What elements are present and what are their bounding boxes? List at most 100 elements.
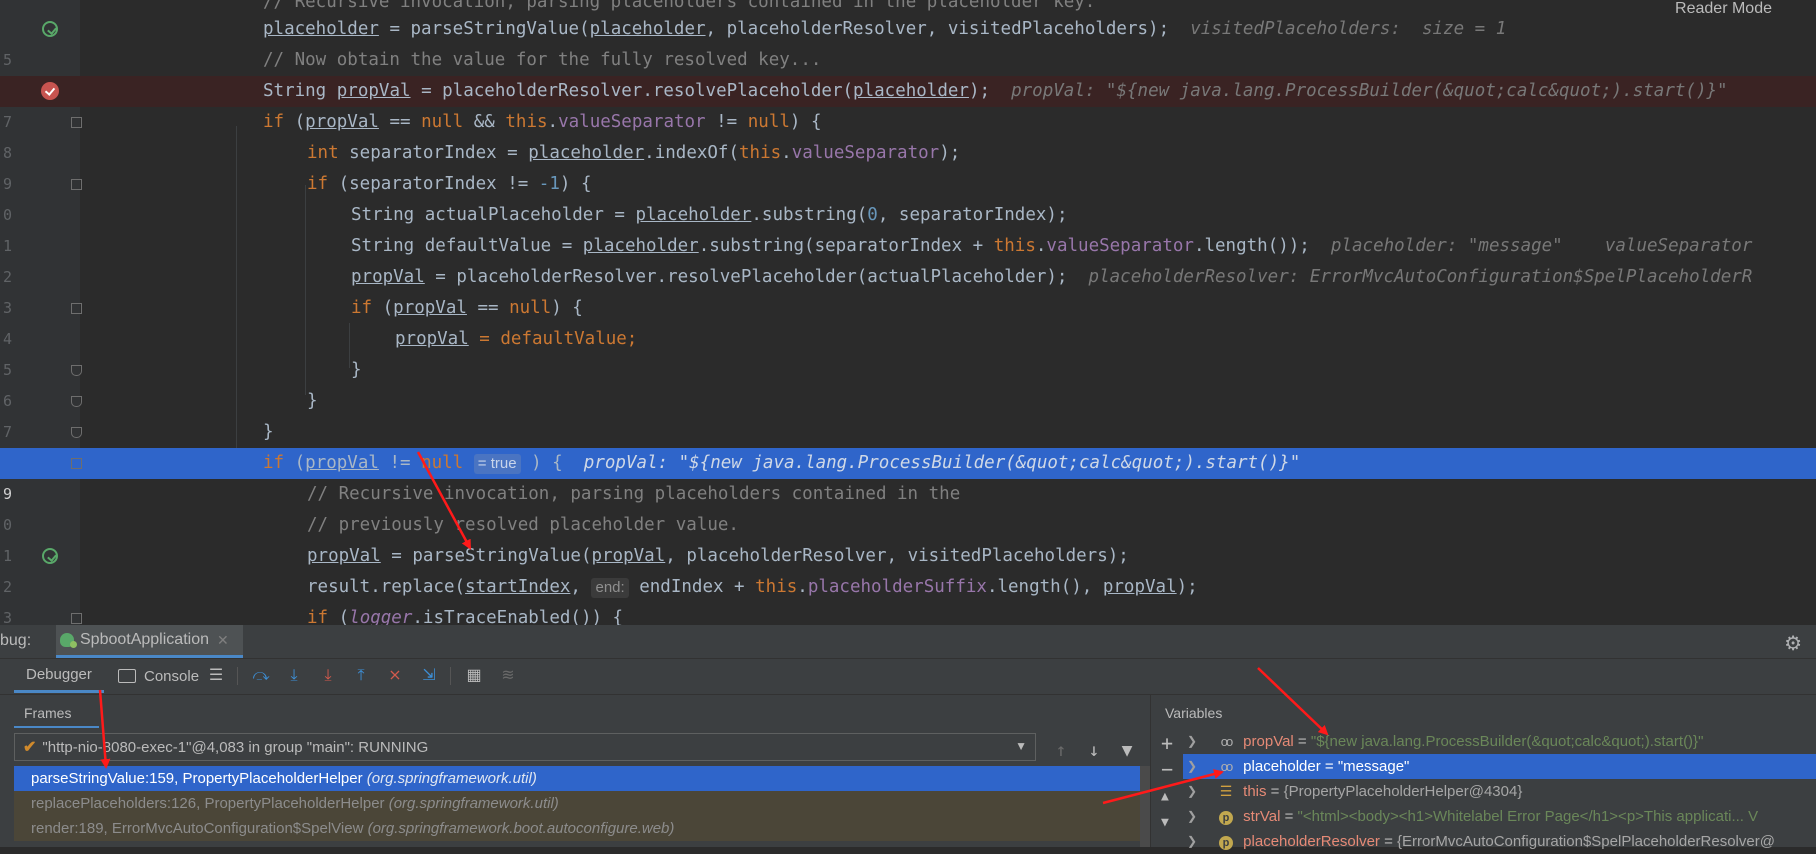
code-comment: // previously resolved placeholder value…	[307, 515, 739, 535]
frame-item[interactable]: render:189, ErrorMvcAutoConfiguration$Sp…	[14, 816, 1144, 841]
move-down-icon[interactable]: ▼	[1161, 815, 1169, 830]
code-comment: // Recursive invocation, parsing placeho…	[307, 484, 961, 504]
inline-debug-value: placeholderResolver: ErrorMvcAutoConfigu…	[1088, 267, 1753, 287]
menu-icon[interactable]: ☰	[207, 667, 225, 685]
fold-icon[interactable]	[71, 117, 82, 128]
variable-row[interactable]: ❯ ☰ this = {PropertyPlaceholderHelper@43…	[1183, 779, 1816, 804]
code-text: propVal = parseStringValue(propVal, plac…	[307, 546, 1129, 566]
code-line[interactable]: 8 }	[0, 417, 1816, 472]
code-text: if (propVal == null) {	[351, 298, 583, 318]
code-text: propVal = placeholderResolver.resolvePla…	[351, 267, 1753, 287]
move-up-icon[interactable]: ▲	[1161, 789, 1169, 804]
code-line[interactable]: 0 if (separatorIndex != -1) {	[0, 169, 1816, 224]
frames-scrollbar[interactable]	[1140, 766, 1150, 847]
code-line[interactable]: 0 // Recursive invocation, parsing place…	[0, 479, 1816, 534]
run-to-cursor-icon[interactable]: ⇲	[420, 667, 438, 685]
code-line[interactable]: 6 }	[0, 355, 1816, 410]
code-line[interactable]: 1 String actualPlaceholder = placeholder…	[0, 200, 1816, 255]
code-line[interactable]: 3 result.replace(startIndex, end: endInd…	[0, 572, 1816, 625]
step-out-icon[interactable]: ⤒	[352, 667, 370, 685]
fold-end-icon[interactable]	[71, 365, 82, 376]
next-frame-icon[interactable]: ↓	[1085, 740, 1103, 761]
code-line-breakpoint[interactable]: 7 String propVal = placeholderResolver.r…	[0, 76, 1816, 131]
debug-session-tabs: bug: SpbootApplication ✕ ⚙	[0, 625, 1816, 659]
chevron-right-icon[interactable]: ❯	[1187, 729, 1197, 754]
add-watch-icon[interactable]: +	[1161, 731, 1173, 755]
watch-glasses-icon: oo	[1220, 759, 1233, 774]
code-line[interactable]: 8 if (propVal == null && this.valueSepar…	[0, 107, 1816, 162]
code-text: propVal = defaultValue;	[395, 329, 638, 349]
restart-frame-icon[interactable]	[42, 21, 58, 37]
debug-tool-window: bug: SpbootApplication ✕ ⚙ Debugger Cons…	[0, 625, 1816, 850]
code-line[interactable]: 7 }	[0, 386, 1816, 441]
toolbar-separator	[237, 667, 238, 685]
tab-debugger[interactable]: Debugger	[14, 659, 104, 693]
previous-frame-icon[interactable]: ↑	[1052, 740, 1070, 761]
code-editor[interactable]: Reader Mode // Recursive invocation, par…	[0, 0, 1816, 625]
restart-frame-icon[interactable]	[42, 548, 58, 564]
filter-icon[interactable]: ▼	[1118, 740, 1136, 761]
code-text: }	[351, 360, 362, 380]
code-line[interactable]: // Now obtain the value for the fully re…	[0, 45, 1816, 76]
breakpoint-icon[interactable]	[41, 82, 59, 100]
frames-title: Frames	[24, 705, 72, 721]
variables-title: Variables	[1165, 705, 1223, 721]
code-line[interactable]: 5 propVal = defaultValue;	[0, 324, 1816, 379]
trace-icon[interactable]: ≋	[499, 667, 517, 685]
chevron-right-icon[interactable]: ❯	[1187, 779, 1197, 804]
thread-select[interactable]: ✔ "http-nio-8080-exec-1"@4,083 in group …	[14, 733, 1036, 761]
code-line[interactable]: 4 if (propVal == null) {	[0, 293, 1816, 348]
fold-icon[interactable]	[71, 458, 82, 469]
code-text: int separatorIndex = placeholder.indexOf…	[307, 143, 961, 163]
code-line[interactable]: 2 String defaultValue = placeholder.subs…	[0, 231, 1816, 286]
tab-debug-session[interactable]: SpbootApplication ✕	[56, 625, 243, 658]
variable-row[interactable]: ❯ p strVal = "<html><body><h1>Whitelabel…	[1183, 804, 1816, 829]
fold-icon[interactable]	[71, 179, 82, 190]
frame-item[interactable]: parseStringValue:159, PropertyPlaceholde…	[14, 766, 1144, 791]
code-line[interactable]: 9 int separatorIndex = placeholder.index…	[0, 138, 1816, 193]
tab-console[interactable]: Console	[118, 659, 199, 693]
code-line[interactable]: 3 propVal = placeholderResolver.resolveP…	[0, 262, 1816, 317]
inline-debug-value: propVal: "${new java.lang.ProcessBuilder…	[583, 453, 1301, 473]
variables-list[interactable]: ❯ oo propVal = "${new java.lang.ProcessB…	[1183, 729, 1816, 854]
fold-end-icon[interactable]	[71, 396, 82, 407]
fold-end-icon[interactable]	[71, 427, 82, 438]
drop-frame-icon[interactable]: ⨯	[386, 667, 404, 685]
fold-icon[interactable]	[71, 303, 82, 314]
code-line-current-execution[interactable]: 9 if (propVal != null = true ) { propVal…	[0, 448, 1816, 503]
close-icon[interactable]: ✕	[217, 632, 229, 649]
code-line[interactable]: 1 // previously resolved placeholder val…	[0, 510, 1816, 565]
chevron-right-icon[interactable]: ❯	[1187, 829, 1197, 854]
variable-row[interactable]: ❯ p placeholderResolver = {ErrorMvcAutoC…	[1183, 829, 1816, 854]
session-tab-label: SpbootApplication	[80, 631, 209, 648]
code-line[interactable]: 2 propVal = parseStringValue(propVal, pl…	[0, 541, 1816, 596]
evaluate-table-icon[interactable]: ▦	[465, 667, 483, 685]
chevron-right-icon[interactable]: ❯	[1187, 754, 1197, 779]
console-icon	[118, 669, 136, 683]
inline-debug-value: propVal: "${new java.lang.ProcessBuilder…	[1011, 81, 1728, 101]
variable-row[interactable]: ❯ oo propVal = "${new java.lang.ProcessB…	[1183, 729, 1816, 754]
remove-watch-icon[interactable]: −	[1161, 757, 1173, 781]
step-into-icon[interactable]: ⤓	[285, 667, 303, 685]
code-text: String propVal = placeholderResolver.res…	[263, 81, 1728, 101]
force-step-into-icon[interactable]: ⤓	[319, 667, 337, 685]
chevron-right-icon[interactable]: ❯	[1187, 804, 1197, 829]
code-text: if (logger.isTraceEnabled()) {	[307, 608, 624, 625]
inline-debug-value: placeholder: "message" valueSeparator	[1330, 236, 1753, 256]
inline-hint: end:	[591, 578, 629, 598]
code-text: if (separatorIndex != -1) {	[307, 174, 592, 194]
frames-list[interactable]: parseStringValue:159, PropertyPlaceholde…	[14, 766, 1144, 847]
step-over-icon[interactable]: ⤼	[252, 667, 270, 685]
fold-icon[interactable]	[71, 613, 82, 624]
frame-item[interactable]: replacePlaceholders:126, PropertyPlaceho…	[14, 791, 1144, 816]
debugger-toolbar: Debugger Console ☰ ⤼ ⤓ ⤓ ⤒ ⨯ ⇲ ▦ ≋	[0, 659, 1816, 693]
code-line[interactable]: 4 if (logger.isTraceEnabled()) {	[0, 603, 1816, 625]
variable-row[interactable]: ❯ oo placeholder = "message"	[1183, 754, 1816, 779]
toolbar-separator	[450, 667, 451, 685]
code-line[interactable]: 5 placeholder = parseStringValue(placeho…	[0, 14, 1816, 69]
check-icon: ✔	[23, 739, 37, 756]
frames-panel: Frames ✔ "http-nio-8080-exec-1"@4,083 in…	[0, 694, 1150, 847]
code-comment: // Now obtain the value for the fully re…	[263, 50, 822, 70]
object-stack-icon: ☰	[1219, 783, 1233, 799]
gear-icon[interactable]: ⚙	[1784, 631, 1802, 656]
